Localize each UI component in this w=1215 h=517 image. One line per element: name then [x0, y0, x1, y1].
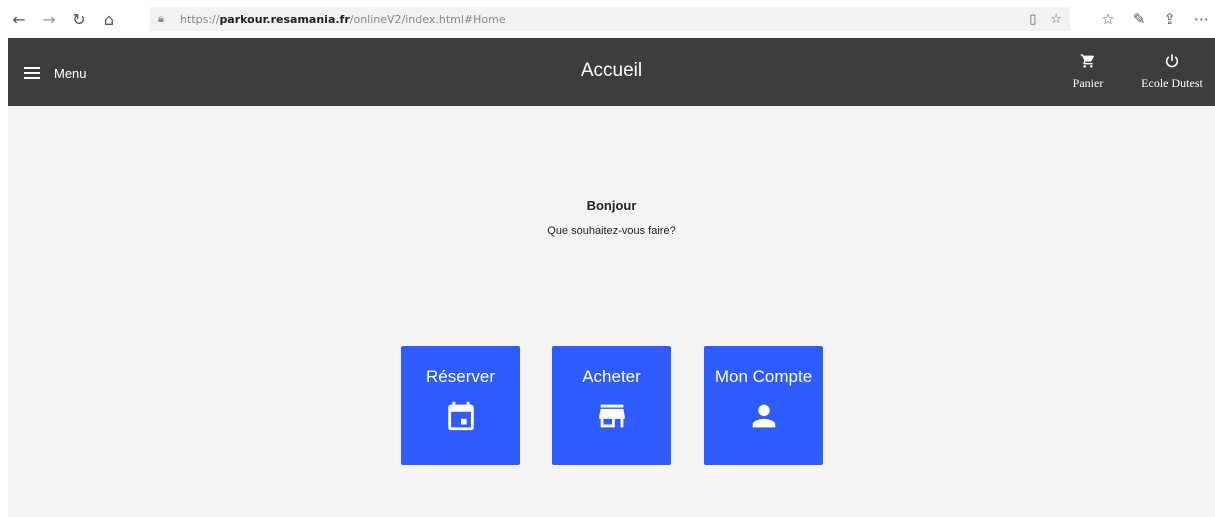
share-icon[interactable]: ⇪	[1163, 10, 1176, 28]
page-title: Accueil	[580, 60, 643, 81]
reserve-tile[interactable]: Réserver	[401, 346, 520, 465]
browser-toolbar: ← → ↻ ⌂ 🔒︎ https://parkour.resamania.fr /…	[0, 0, 1215, 38]
address-bar[interactable]: 🔒︎ https://parkour.resamania.fr/onlineV2…	[150, 7, 1070, 31]
favorites-hub-icon[interactable]: ☆	[1101, 10, 1114, 28]
forward-icon[interactable]: →	[34, 0, 64, 38]
reserve-label: Réserver	[426, 367, 495, 386]
cart-button[interactable]: Panier	[1058, 50, 1118, 91]
app-header: Menu Accueil Panier Ecole Dutest	[8, 38, 1215, 106]
greeting-question: Que souhaitez-vous faire?	[547, 225, 676, 237]
buy-tile[interactable]: Acheter	[552, 346, 671, 465]
url-domain: parkour.resamania.fr	[219, 12, 350, 26]
page-content: Menu Accueil Panier Ecole Dutest Bonjour…	[8, 38, 1215, 517]
url-path: /onlineV2/index.html#Home	[349, 12, 506, 26]
refresh-icon[interactable]: ↻	[64, 0, 94, 38]
pen-icon[interactable]: ✎	[1133, 10, 1146, 28]
buy-label: Acheter	[582, 367, 641, 386]
account-button[interactable]: Ecole Dutest	[1132, 50, 1212, 91]
store-icon	[598, 404, 625, 428]
account-tile[interactable]: Mon Compte	[704, 346, 823, 465]
power-icon	[1165, 54, 1179, 68]
person-icon	[752, 404, 775, 428]
url-protocol: https://	[180, 12, 220, 26]
back-icon[interactable]: ←	[4, 0, 34, 38]
more-icon[interactable]: ⋯	[1194, 10, 1209, 28]
account-tile-label: Mon Compte	[714, 367, 813, 386]
account-label: Ecole Dutest	[1141, 76, 1203, 90]
home-icon[interactable]: ⌂	[94, 0, 124, 38]
calendar-icon	[447, 401, 474, 431]
cart-icon	[1080, 54, 1094, 68]
favorite-star-icon[interactable]: ☆	[1050, 12, 1062, 27]
cart-label: Panier	[1072, 76, 1104, 90]
reading-view-icon[interactable]: ▯	[1029, 12, 1036, 27]
lock-icon: 🔒︎	[158, 12, 164, 25]
greeting-title: Bonjour	[586, 198, 637, 213]
